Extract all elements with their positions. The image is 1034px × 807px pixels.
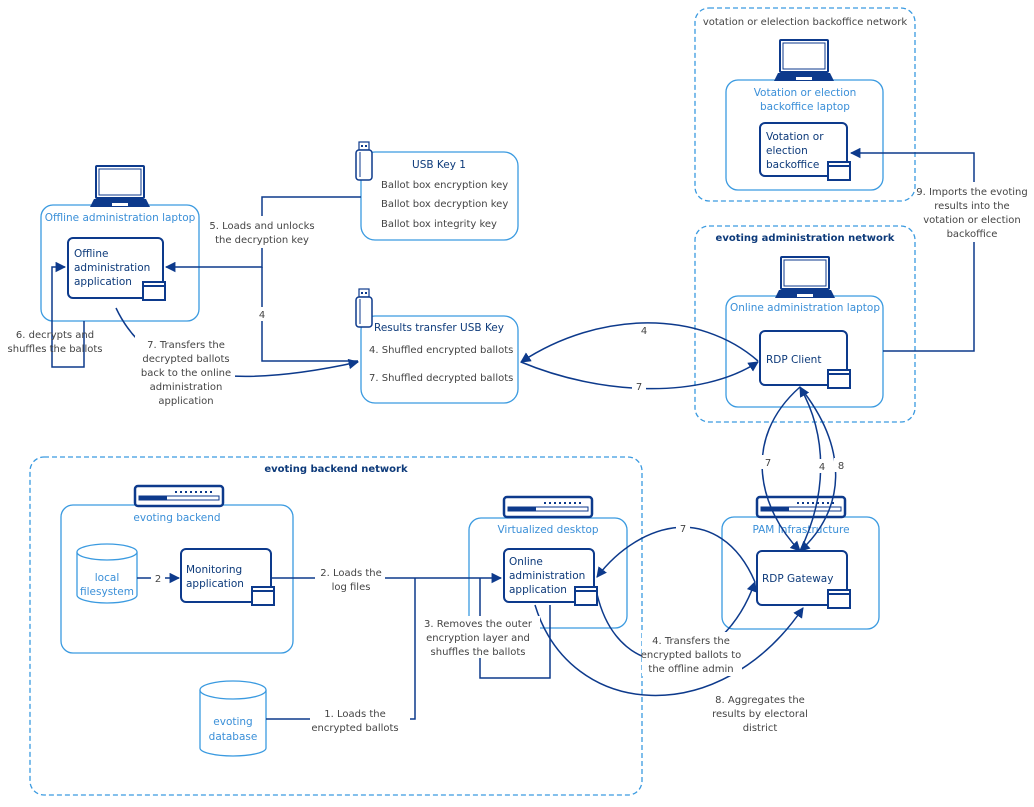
app-offline-admin[interactable]: Offline administration application xyxy=(67,237,166,301)
usb-item: 4. Shuffled encrypted ballots xyxy=(369,345,513,356)
host-title: evoting backend xyxy=(133,512,220,524)
app-rdp-gateway[interactable]: RDP Gateway xyxy=(756,550,851,609)
usb-icon xyxy=(355,288,373,328)
usb-item: Ballot box decryption key xyxy=(381,199,508,210)
architecture-diagram: votation or elelection backoffice networ… xyxy=(8,7,1028,796)
label-step9: 9. Imports the evoting xyxy=(916,187,1027,198)
label-step7: back to the online xyxy=(141,368,231,379)
label-step8: results by electoral xyxy=(712,709,808,720)
usb-title: USB Key 1 xyxy=(412,159,466,171)
app-label: Votation or xyxy=(766,131,824,143)
host-title: Virtualized desktop xyxy=(497,524,598,536)
app-label: administration xyxy=(509,570,585,582)
label-step8: 8 xyxy=(838,461,844,472)
label-step4: 4 xyxy=(819,462,825,473)
app-label: application xyxy=(509,584,567,596)
laptop-icon xyxy=(774,256,836,299)
db-label: database xyxy=(209,731,258,743)
host-title: PAM Infrastructure xyxy=(752,524,849,536)
network-backend-title: evoting backend network xyxy=(264,464,408,475)
label-step1: encrypted ballots xyxy=(311,723,398,734)
window-icon xyxy=(251,586,275,606)
label-step7: 7 xyxy=(636,382,642,393)
app-label: administration xyxy=(74,262,150,274)
app-label: Monitoring xyxy=(186,564,242,576)
app-label: RDP Gateway xyxy=(762,573,833,585)
edge-step4-usb xyxy=(261,267,358,362)
server-icon xyxy=(502,495,594,519)
host-title: Offline administration laptop xyxy=(45,212,196,224)
host-title: Votation or election xyxy=(754,87,857,99)
app-label: application xyxy=(74,276,132,288)
label-step1: 1. Loads the xyxy=(324,709,386,720)
usb-key-1: USB Key 1 Ballot box encryption key Ball… xyxy=(355,141,519,241)
db-local-filesystem: local filesystem xyxy=(76,543,138,604)
label-step7: decrypted ballots xyxy=(142,354,229,365)
server-icon xyxy=(133,484,225,508)
label-step2: 2. Loads the xyxy=(320,568,382,579)
label-step9: results into the xyxy=(934,201,1009,212)
db-evoting-database: evoting database xyxy=(199,680,267,757)
app-label: election xyxy=(766,145,808,157)
label-step7: 7. Transfers the xyxy=(147,340,225,351)
label-step3: shuffles the ballots xyxy=(431,647,526,658)
label-step2: 2 xyxy=(155,574,161,585)
app-monitoring[interactable]: Monitoring application xyxy=(180,548,275,606)
usb-results-transfer: Results transfer USB Key 4. Shuffled enc… xyxy=(355,288,519,404)
label-step7: application xyxy=(158,396,213,407)
usb-title: Results transfer USB Key xyxy=(374,322,504,334)
label-step3: encryption layer and xyxy=(426,633,530,644)
label-step8: district xyxy=(743,723,778,734)
app-label: backoffice xyxy=(766,159,819,171)
laptop-icon xyxy=(89,165,151,208)
label-step4: 4 xyxy=(641,326,647,337)
label-step5: 5. Loads and unlocks xyxy=(209,221,314,232)
db-label: evoting xyxy=(213,716,252,728)
window-icon xyxy=(827,369,851,389)
label-step4: 4 xyxy=(259,310,265,321)
label-step9: backoffice xyxy=(947,229,998,240)
window-icon xyxy=(827,589,851,609)
label-step6: 6. decrypts and xyxy=(16,330,94,341)
network-admin-title: evoting administration network xyxy=(716,233,895,244)
db-label: local xyxy=(95,572,119,584)
laptop-icon xyxy=(773,39,835,82)
label-step7: 7 xyxy=(765,458,771,469)
app-backoffice[interactable]: Votation or election backoffice xyxy=(759,122,851,181)
app-label: application xyxy=(186,578,244,590)
host-title: backoffice laptop xyxy=(760,101,850,113)
app-label: RDP Client xyxy=(766,354,821,366)
label-step7: 7 xyxy=(680,524,686,535)
label-step7: administration xyxy=(150,382,223,393)
host-title: Online administration laptop xyxy=(730,302,880,314)
usb-item: Ballot box encryption key xyxy=(381,180,508,191)
label-step4: 4. Transfers the xyxy=(652,636,730,647)
app-rdp-client[interactable]: RDP Client xyxy=(759,330,851,389)
app-label: Offline xyxy=(74,248,108,260)
usb-item: Ballot box integrity key xyxy=(381,219,497,230)
app-online-admin[interactable]: Online administration application xyxy=(503,548,598,606)
window-icon xyxy=(574,586,598,606)
usb-item: 7. Shuffled decrypted ballots xyxy=(369,373,513,384)
network-backoffice-title: votation or elelection backoffice networ… xyxy=(703,17,908,28)
label-step4: encrypted ballots to xyxy=(641,650,741,661)
label-step2: log files xyxy=(332,582,371,593)
app-label: Online xyxy=(509,556,543,568)
window-icon xyxy=(142,281,166,301)
label-step3: 3. Removes the outer xyxy=(424,619,533,630)
label-step9: votation or election xyxy=(923,215,1021,226)
label-step6: shuffles the ballots xyxy=(8,344,103,355)
db-label: filesystem xyxy=(80,586,134,598)
label-step5: the decryption key xyxy=(215,235,309,246)
window-icon xyxy=(827,161,851,181)
label-step8: 8. Aggregates the xyxy=(715,695,805,706)
usb-icon xyxy=(355,141,373,181)
label-step4: the offline admin xyxy=(648,664,733,675)
